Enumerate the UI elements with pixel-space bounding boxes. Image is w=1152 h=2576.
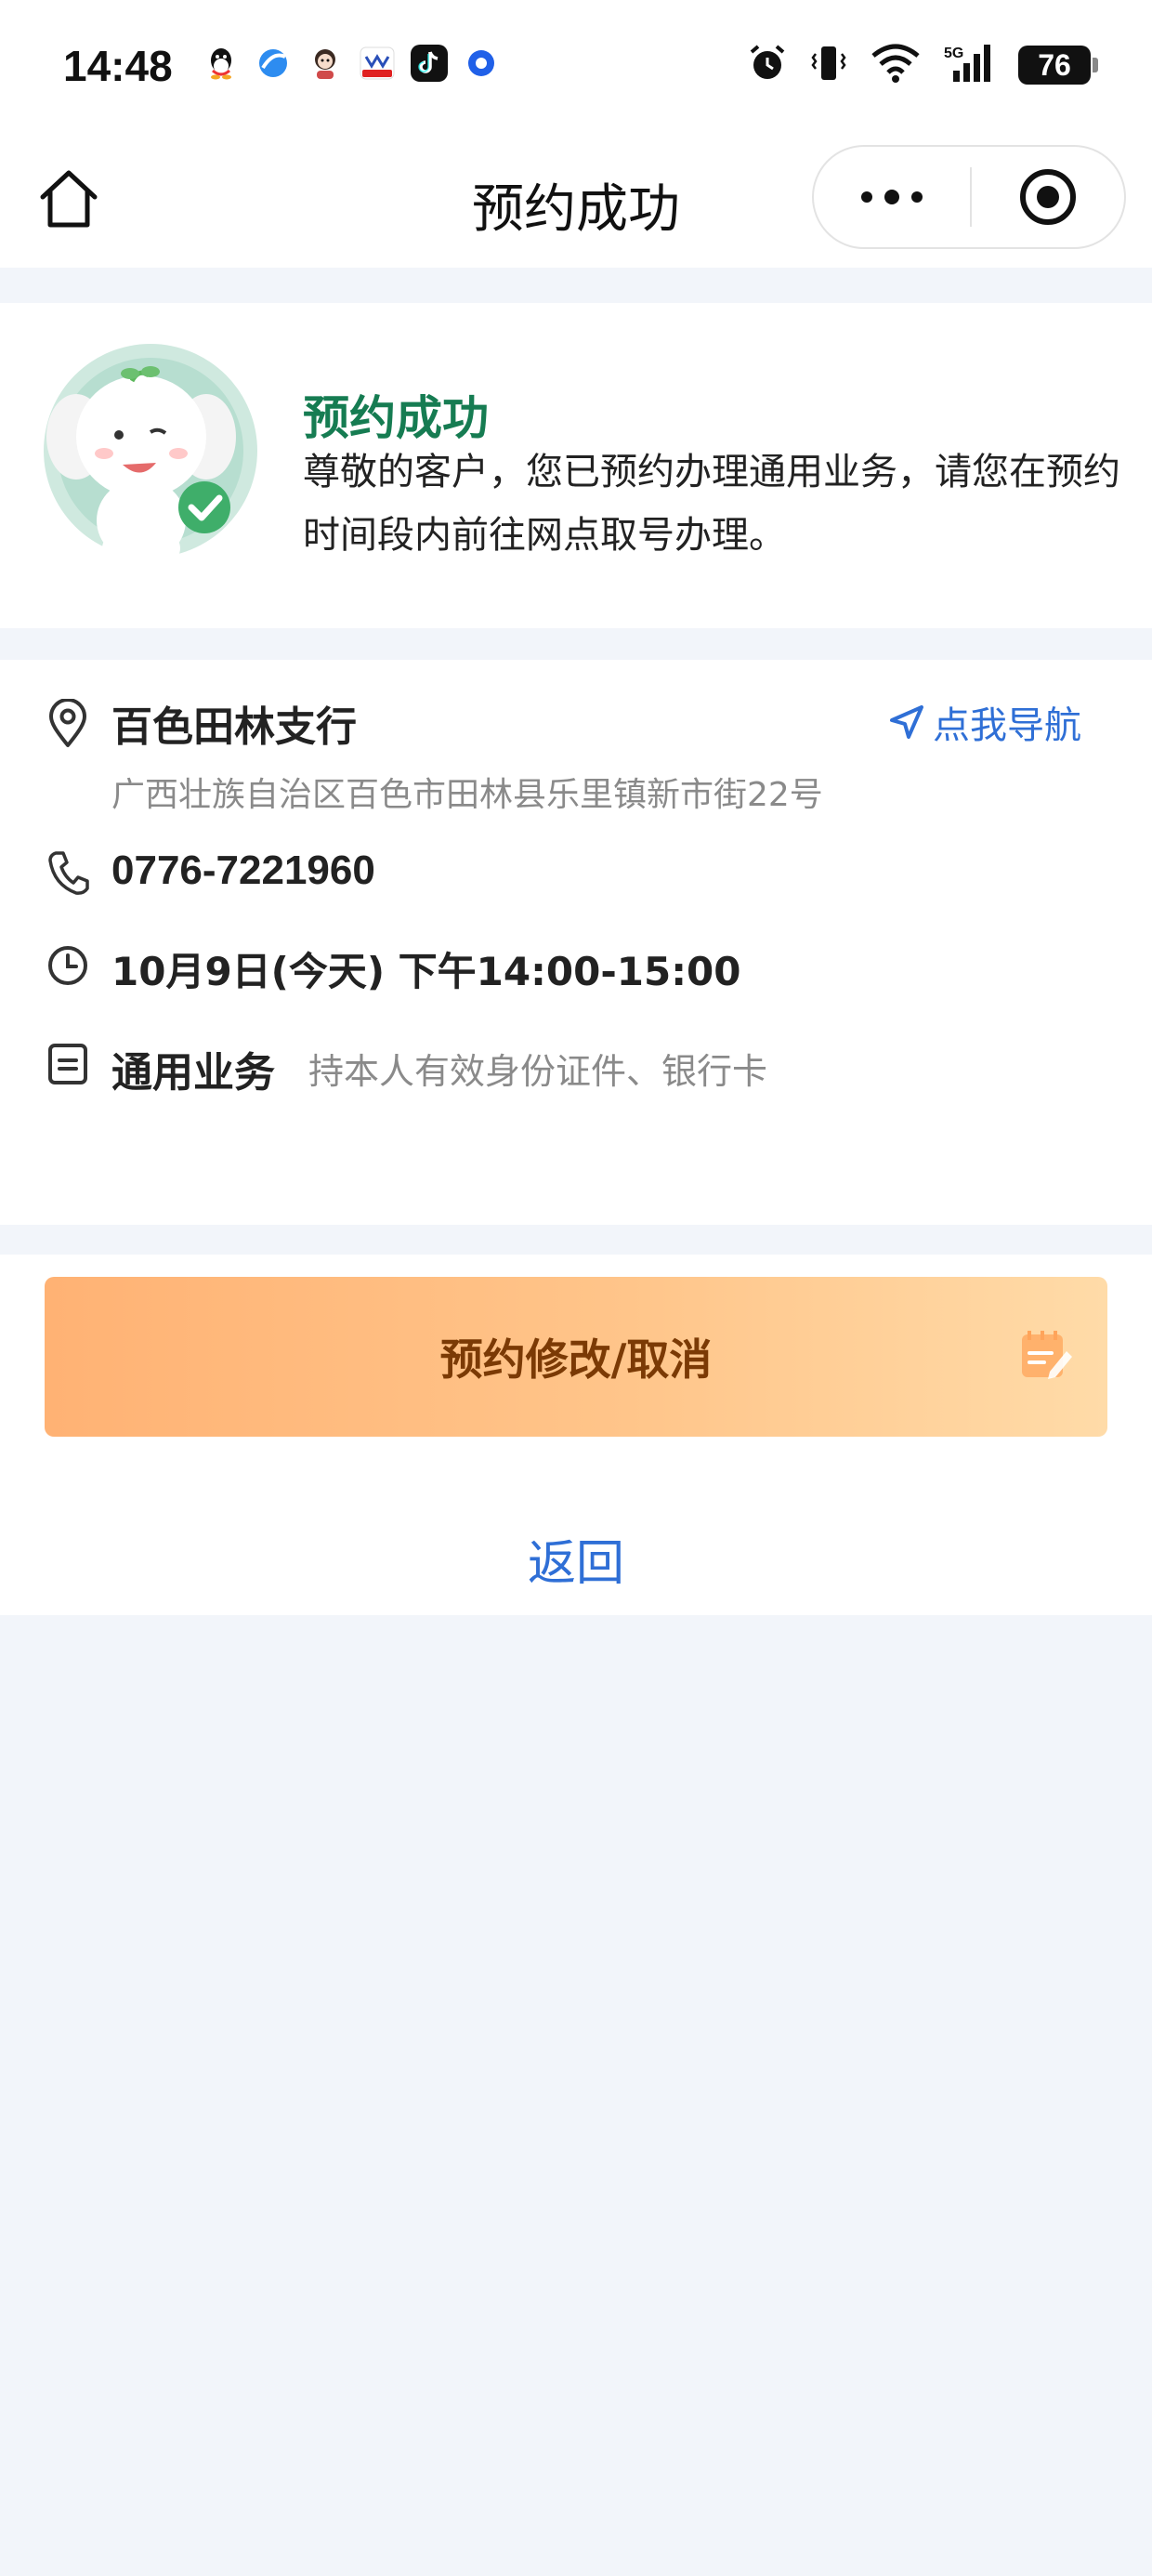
clock-icon xyxy=(46,942,93,992)
more-button[interactable] xyxy=(814,147,970,247)
appointment-info-card: 百色田林支行 点我导航 广西壮族自治区百色市田林县乐里镇新市街22号 0776-… xyxy=(0,660,1152,1225)
more-dots-icon xyxy=(861,190,923,204)
elephant-mascot-image xyxy=(39,335,271,576)
alarm-icon xyxy=(747,43,788,87)
navigate-link[interactable]: 点我导航 xyxy=(888,695,1081,749)
location-pin-icon xyxy=(46,698,93,749)
wifi-icon xyxy=(870,43,922,87)
system-status-icons: 5G 76 xyxy=(747,43,1098,87)
success-title: 预约成功 xyxy=(303,391,489,445)
location-service-icon xyxy=(463,45,500,82)
close-mini-program-button[interactable] xyxy=(972,147,1124,247)
avatar-app-icon xyxy=(307,45,344,82)
nav-bar: 预约成功 xyxy=(0,139,1152,268)
news-app-icon xyxy=(359,45,396,82)
qq-icon xyxy=(203,45,240,82)
tiktok-icon xyxy=(411,45,448,82)
modify-cancel-button[interactable]: 预约修改/取消 xyxy=(45,1277,1107,1437)
notification-icons xyxy=(203,45,500,82)
success-card: 预约成功 尊敬的客户，您已预约办理通用业务，请您在预约时间段内前往网点取号办理。 xyxy=(0,303,1152,628)
action-area: 预约修改/取消 返回 xyxy=(0,1255,1152,1615)
navigate-label: 点我导航 xyxy=(933,704,1081,747)
business-requirements: 持本人有效身份证件、银行卡 xyxy=(308,1051,768,1092)
status-bar: 14:48 5G 76 xyxy=(0,0,1152,139)
back-link[interactable]: 返回 xyxy=(0,1524,1152,1594)
battery-indicator: 76 xyxy=(1018,46,1098,85)
edit-note-icon xyxy=(1016,1325,1076,1385)
business-type: 通用业务 xyxy=(111,1049,275,1097)
success-description: 尊敬的客户，您已预约办理通用业务，请您在预约时间段内前往网点取号办理。 xyxy=(303,451,1120,557)
svg-text:5G: 5G xyxy=(944,46,963,61)
vibrate-icon xyxy=(810,43,847,87)
branch-name: 百色田林支行 xyxy=(111,703,357,751)
document-icon xyxy=(46,1041,93,1091)
target-close-icon xyxy=(1020,169,1076,225)
5g-signal-icon: 5G xyxy=(944,43,996,87)
phone-icon xyxy=(46,848,93,898)
mini-program-capsule xyxy=(812,145,1126,249)
branch-address: 广西壮族自治区百色市田林县乐里镇新市街22号 xyxy=(111,776,823,814)
navigation-arrow-icon xyxy=(890,705,923,739)
appointment-time: 10月9日(今天) 下午14:00-15:00 xyxy=(111,949,741,994)
status-time: 14:48 xyxy=(63,42,173,90)
browser-icon xyxy=(255,45,292,82)
modify-cancel-label: 预约修改/取消 xyxy=(439,1334,713,1385)
branch-phone[interactable]: 0776-7221960 xyxy=(111,848,375,894)
